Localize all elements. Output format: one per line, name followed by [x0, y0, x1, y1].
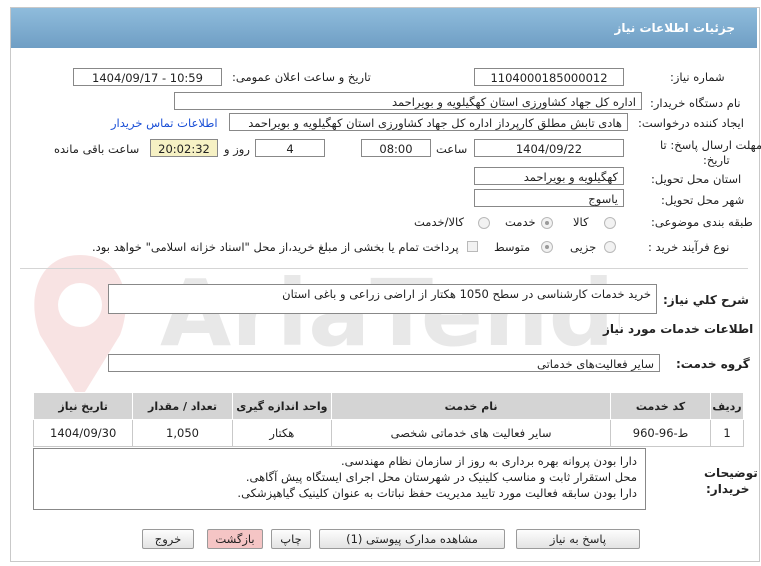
- announce-label: تاریخ و ساعت اعلان عمومی:: [232, 70, 371, 84]
- col-need-date: تاریخ نیاز: [32, 392, 134, 420]
- cell-row: 1: [710, 419, 744, 447]
- remaining-time-field: 20:02:32: [150, 139, 218, 157]
- summary-field: خرید خدمات کارشناسی در سطح 1050 هکتار از…: [108, 284, 657, 314]
- category-option-service: خدمت: [505, 215, 536, 229]
- buyer-notes-label-2: خریدار:: [706, 482, 750, 496]
- need-number-field: 1104000185000012: [474, 68, 624, 86]
- services-table: ردیف کد خدمت نام خدمت واحد اندازه گیری ت…: [32, 392, 744, 447]
- process-option-minor: جزیی: [570, 240, 597, 254]
- treasury-note: پرداخت تمام یا بخشی از مبلغ خرید،از محل …: [92, 240, 459, 254]
- category-label: طبقه بندی موضوعی:: [651, 215, 753, 229]
- col-row: ردیف: [710, 392, 744, 420]
- requester-label: ایجاد کننده درخواست:: [638, 116, 744, 130]
- table-header-row: ردیف کد خدمت نام خدمت واحد اندازه گیری ت…: [32, 392, 744, 420]
- category-option-goods-service: کالا/خدمت: [414, 215, 465, 229]
- print-button[interactable]: چاپ: [271, 529, 311, 549]
- deadline-time-field: 08:00: [361, 139, 431, 157]
- buyer-org-label: نام دستگاه خریدار:: [650, 96, 741, 110]
- remaining-label: ساعت باقی مانده: [54, 142, 140, 156]
- deadline-label-2: تاریخ:: [703, 153, 730, 167]
- cell-need-date: 1404/09/30: [32, 419, 134, 447]
- cell-service-name: سایر فعالیت های خدماتی شخصی: [331, 419, 612, 447]
- buyer-contact-link[interactable]: اطلاعات تماس خریدار: [111, 116, 218, 130]
- buyer-org-field: اداره کل جهاد کشاورزی استان کهگیلویه و ب…: [174, 92, 642, 110]
- process-radio-medium[interactable]: [541, 241, 553, 253]
- days-field: 4: [255, 139, 325, 157]
- city-field: یاسوج: [474, 189, 624, 207]
- cell-quantity: 1,050: [132, 419, 233, 447]
- city-label: شهر محل تحویل:: [661, 193, 745, 207]
- reply-button[interactable]: پاسخ به نیاز: [516, 529, 640, 549]
- requester-field: هادی تابش مطلق کارپرداز اداره کل جهاد کش…: [229, 113, 628, 131]
- need-number-label: شماره نیاز:: [670, 70, 725, 84]
- days-label: روز و: [224, 142, 250, 156]
- deadline-date-field: 1404/09/22: [474, 139, 624, 157]
- service-group-label: گروه خدمت:: [676, 357, 750, 371]
- table-row: 1 ط-96-960 سایر فعالیت های خدماتی شخصی ه…: [32, 419, 744, 447]
- col-unit: واحد اندازه گیری: [231, 392, 333, 420]
- buyer-note-line: دارا بودن سابقه فعالیت مورد تایید مدیریت…: [237, 486, 637, 500]
- col-service-code: کد خدمت: [610, 392, 712, 420]
- province-label: استان محل تحویل:: [651, 172, 742, 186]
- deadline-label: مهلت ارسال پاسخ: تا: [660, 138, 761, 152]
- buyer-note-line: محل استقرار ثابت و مناسب کلینیک در شهرست…: [245, 470, 637, 484]
- category-radio-service[interactable]: [541, 217, 553, 229]
- announce-datetime-field: 1404/09/17 - 10:59: [73, 68, 222, 86]
- page-title: جزئیات اطلاعات نیاز: [11, 8, 757, 48]
- divider: [20, 268, 748, 269]
- buyer-notes-field: دارا بودن پروانه بهره برداری به روز از س…: [33, 448, 646, 510]
- cell-service-code: ط-96-960: [610, 419, 712, 447]
- attachments-button[interactable]: مشاهده مدارک پیوستی (1): [319, 529, 505, 549]
- deadline-time-label: ساعت: [436, 142, 468, 156]
- service-group-field: سایر فعالیت‌های خدماتی: [108, 354, 660, 372]
- category-radio-goods-service[interactable]: [478, 217, 490, 229]
- cell-unit: هکتار: [231, 419, 333, 447]
- buyer-notes-label: توضیحات: [704, 466, 758, 480]
- process-option-medium: متوسط: [494, 240, 531, 254]
- col-service-name: نام خدمت: [331, 392, 612, 420]
- process-radio-minor[interactable]: [604, 241, 616, 253]
- buyer-note-line: دارا بودن پروانه بهره برداری به روز از س…: [341, 454, 637, 468]
- process-label: نوع فرآیند خرید :: [648, 240, 730, 254]
- exit-button[interactable]: خروج: [142, 529, 194, 549]
- services-section-title: اطلاعات خدمات مورد نیاز: [603, 322, 754, 336]
- summary-label: شرح کلي نياز:: [663, 293, 749, 307]
- category-radio-goods[interactable]: [604, 217, 616, 229]
- col-quantity: تعداد / مقدار: [132, 392, 233, 420]
- category-option-goods: کالا: [573, 215, 589, 229]
- province-field: کهگیلویه و بویراحمد: [474, 167, 624, 185]
- back-button[interactable]: بازگشت: [207, 529, 263, 549]
- treasury-checkbox[interactable]: [467, 241, 478, 252]
